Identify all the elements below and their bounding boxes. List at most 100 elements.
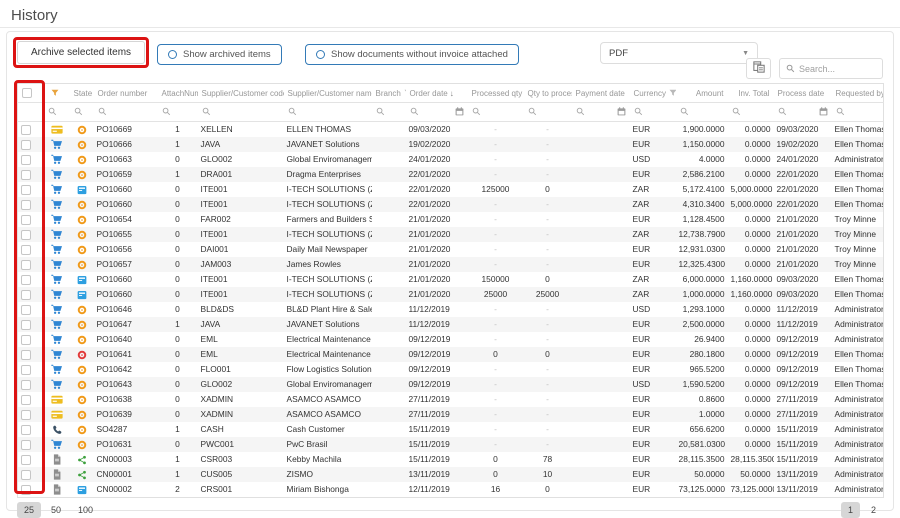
row-checkbox[interactable] xyxy=(21,155,31,165)
row-checkbox[interactable] xyxy=(21,350,31,360)
table-row[interactable]: PO106591DRA001Dragma Enterprises22/01/20… xyxy=(18,167,884,182)
filter-cell-currency[interactable] xyxy=(630,103,676,122)
filter-cell-supplier_code[interactable] xyxy=(198,103,284,122)
table-row[interactable]: CN000011CUS005ZISMO13/11/2019010EUR50.00… xyxy=(18,467,884,482)
show-documents-without-invoice-radio[interactable]: Show documents without invoice attached xyxy=(305,44,519,65)
page-size-50[interactable]: 50 xyxy=(44,502,68,518)
page-size-25[interactable]: 25 xyxy=(17,502,41,518)
row-checkbox[interactable] xyxy=(21,440,31,450)
table-row[interactable]: PO106430GLO002Global Enviromanagement ..… xyxy=(18,377,884,392)
table-row[interactable]: PO106600ITE001I-TECH SOLUTIONS (ZAR)21/0… xyxy=(18,272,884,287)
row-checkbox[interactable] xyxy=(21,260,31,270)
column-header-payment_date[interactable]: Payment date xyxy=(572,84,630,103)
table-row[interactable]: PO106540FAR002Farmers and Builders Suppl… xyxy=(18,212,884,227)
table-row[interactable]: PO106400EMLElectrical Maintenance Lusa..… xyxy=(18,332,884,347)
column-header-supplier_name[interactable]: Supplier/Customer name xyxy=(284,84,372,103)
calendar-icon[interactable] xyxy=(819,103,828,121)
search-input[interactable] xyxy=(799,64,876,74)
row-checkbox[interactable] xyxy=(21,230,31,240)
column-header-order_date[interactable]: Order date↓ xyxy=(406,84,468,103)
filter-cell-inv_total[interactable] xyxy=(728,103,774,122)
filter-funnel-icon[interactable] xyxy=(48,89,59,98)
row-checkbox[interactable] xyxy=(21,455,31,465)
row-checkbox[interactable] xyxy=(21,485,31,495)
row-checkbox[interactable] xyxy=(21,395,31,405)
table-row[interactable]: PO106691XELLENELLEN THOMAS09/03/2020--EU… xyxy=(18,122,884,138)
column-header-state[interactable]: State xyxy=(70,84,94,103)
row-checkbox[interactable] xyxy=(21,185,31,195)
row-checkbox[interactable] xyxy=(21,380,31,390)
table-row[interactable]: PO106380XADMINASAMCO ASAMCO27/11/2019--E… xyxy=(18,392,884,407)
row-checkbox[interactable] xyxy=(21,290,31,300)
table-row[interactable]: PO106471JAVAJAVANET Solutions11/12/2019-… xyxy=(18,317,884,332)
table-row[interactable]: PO106600ITE001I-TECH SOLUTIONS (ZAR)21/0… xyxy=(18,287,884,302)
row-checkbox[interactable] xyxy=(21,320,31,330)
table-row[interactable]: PO106560DAI001Daily Mail Newspaper21/01/… xyxy=(18,242,884,257)
row-checkbox[interactable] xyxy=(21,335,31,345)
column-header-process_date[interactable]: Process date xyxy=(774,84,832,103)
row-checkbox[interactable] xyxy=(21,140,31,150)
row-checkbox[interactable] xyxy=(21,425,31,435)
table-row[interactable]: PO106460BLD&DSBL&D Plant Hire & Sales11/… xyxy=(18,302,884,317)
row-checkbox[interactable] xyxy=(21,215,31,225)
row-checkbox[interactable] xyxy=(21,470,31,480)
column-header-qty_to_process[interactable]: Qty to process xyxy=(524,84,572,103)
table-row[interactable]: PO106420FLO001Flow Logistics Solution Lt… xyxy=(18,362,884,377)
filter-cell-processed_qty[interactable] xyxy=(468,103,524,122)
column-header-requested_by[interactable]: Requested by xyxy=(832,84,884,103)
filter-funnel-icon[interactable] xyxy=(666,89,676,98)
table-row[interactable]: PO106630GLO002Global Enviromanagement ..… xyxy=(18,152,884,167)
column-header-amount[interactable]: Amount xyxy=(676,84,728,103)
table-row[interactable]: PO106600ITE001I-TECH SOLUTIONS (ZAR)22/0… xyxy=(18,197,884,212)
filter-cell-supplier_name[interactable] xyxy=(284,103,372,122)
row-checkbox[interactable] xyxy=(21,365,31,375)
filter-cell-order_date[interactable] xyxy=(406,103,468,122)
column-header-select[interactable] xyxy=(18,84,44,103)
table-row[interactable]: PO106310PWC001PwC Brasil15/11/2019--EUR2… xyxy=(18,437,884,452)
filter-cell-payment_date[interactable] xyxy=(572,103,630,122)
table-row[interactable]: SO42871CASHCash Customer15/11/2019--EUR6… xyxy=(18,422,884,437)
table-row[interactable]: PO106410EMLElectrical Maintenance Lusa..… xyxy=(18,347,884,362)
row-checkbox[interactable] xyxy=(21,170,31,180)
row-checkbox[interactable] xyxy=(21,125,31,135)
column-header-supplier_code[interactable]: Supplier/Customer code xyxy=(198,84,284,103)
table-row[interactable]: PO106570JAM003James Rowles21/01/2020--EU… xyxy=(18,257,884,272)
column-header-processed_qty[interactable]: Processed qty xyxy=(468,84,524,103)
column-chooser-button[interactable] xyxy=(746,58,771,79)
archive-selected-items-button[interactable]: Archive selected items xyxy=(17,41,145,64)
column-header-order_number[interactable]: Order number xyxy=(94,84,158,103)
filter-cell-amount[interactable] xyxy=(676,103,728,122)
select-all-checkbox[interactable] xyxy=(22,88,32,98)
row-checkbox[interactable] xyxy=(21,305,31,315)
page-size-100[interactable]: 100 xyxy=(71,502,100,518)
page-2[interactable]: 2 xyxy=(864,502,883,518)
filter-cell-state[interactable] xyxy=(70,103,94,122)
table-row[interactable]: PO106661JAVAJAVANET Solutions19/02/2020-… xyxy=(18,137,884,152)
row-checkbox[interactable] xyxy=(21,275,31,285)
filter-cell-order_number[interactable] xyxy=(94,103,158,122)
row-checkbox[interactable] xyxy=(21,245,31,255)
column-header-type[interactable] xyxy=(44,84,70,103)
filter-cell-attach_num[interactable] xyxy=(158,103,198,122)
column-header-branch[interactable]: Branch xyxy=(372,84,406,103)
filter-cell-requested_by[interactable] xyxy=(832,103,884,122)
show-archived-items-radio[interactable]: Show archived items xyxy=(157,44,282,65)
row-checkbox[interactable] xyxy=(21,200,31,210)
export-format-select[interactable]: PDF ▼ xyxy=(600,42,758,64)
calendar-icon[interactable] xyxy=(455,103,464,121)
calendar-icon[interactable] xyxy=(617,103,626,121)
column-header-inv_total[interactable]: Inv. Total xyxy=(728,84,774,103)
filter-cell-qty_to_process[interactable] xyxy=(524,103,572,122)
row-checkbox[interactable] xyxy=(21,410,31,420)
filter-cell-process_date[interactable] xyxy=(774,103,832,122)
page-1[interactable]: 1 xyxy=(841,502,860,518)
column-header-currency[interactable]: Currency xyxy=(630,84,676,103)
table-row[interactable]: PO106600ITE001I-TECH SOLUTIONS (ZAR)22/0… xyxy=(18,182,884,197)
column-header-attach_num[interactable]: AttachNum xyxy=(158,84,198,103)
filter-funnel-icon[interactable] xyxy=(401,89,406,98)
table-row[interactable]: CN000031CSR003Kebby Machila15/11/2019078… xyxy=(18,452,884,467)
table-row[interactable]: PO106550ITE001I-TECH SOLUTIONS (ZAR)21/0… xyxy=(18,227,884,242)
table-row[interactable]: CN000022CRS001Miriam Bishonga12/11/20191… xyxy=(18,482,884,498)
filter-cell-type[interactable] xyxy=(44,103,70,122)
filter-cell-branch[interactable] xyxy=(372,103,406,122)
